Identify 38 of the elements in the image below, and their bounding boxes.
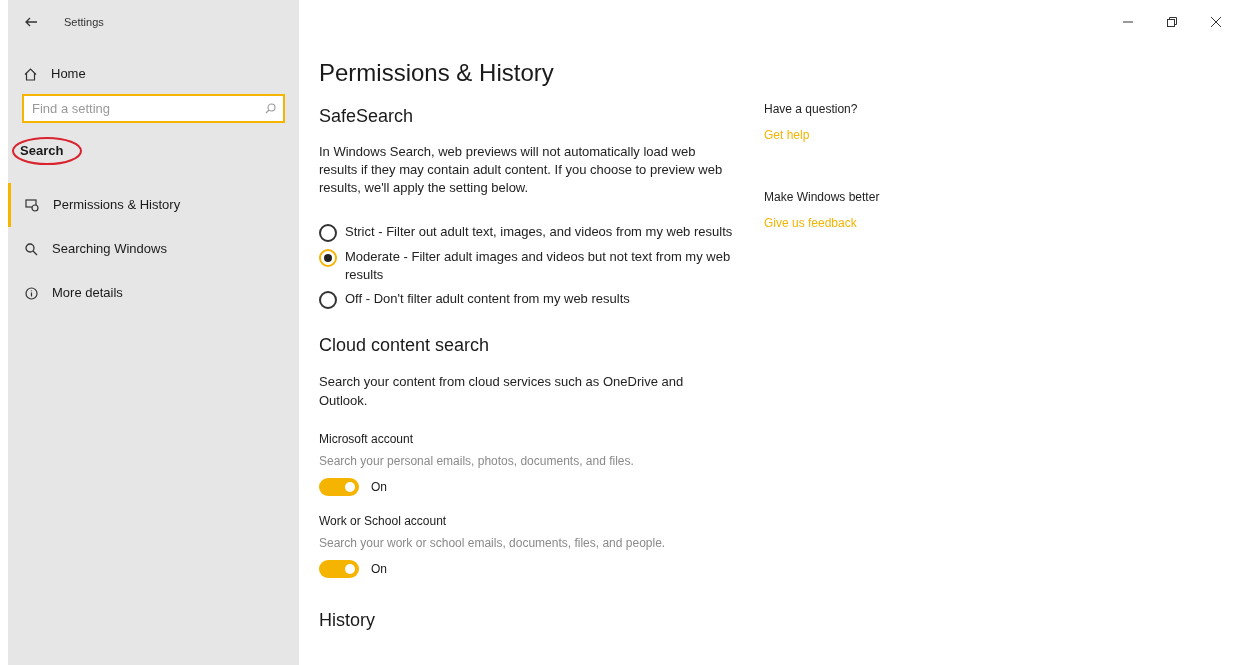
setting-description: Search your personal emails, photos, documents, and files.	[319, 453, 635, 470]
radio-button[interactable]	[319, 291, 337, 309]
section-heading: Cloud content search	[319, 334, 491, 357]
radio-button[interactable]	[319, 249, 337, 267]
aside-heading: Make Windows better	[764, 189, 881, 206]
minimize-icon	[1123, 21, 1133, 23]
search-icon	[25, 242, 38, 256]
toggle-state: On	[371, 561, 387, 578]
setting-title: Microsoft account	[319, 431, 415, 448]
toggle-state: On	[371, 479, 387, 496]
section-heading: SafeSearch	[319, 105, 415, 128]
radio-label: Off - Don't filter adult content from my web results	[345, 290, 631, 308]
setting-description: Search your work or school emails, documents, files, and people.	[319, 535, 667, 552]
nav-item[interactable]: Searching Windows	[8, 227, 299, 271]
section-heading: Search	[20, 142, 64, 161]
page-title: Permissions & History	[319, 58, 555, 88]
back-arrow-icon	[25, 17, 37, 27]
aside-heading: Have a question?	[764, 101, 859, 118]
window-title: Settings	[64, 14, 104, 30]
toggle-switch[interactable]	[319, 478, 359, 496]
search-field[interactable]: Find a setting	[22, 94, 285, 123]
info-icon	[25, 286, 38, 300]
setting-title: Work or School account	[319, 513, 448, 530]
description-text: In Windows Search, web previews will not automatically load web results if they may contain adult content. If you choose to preview web results, we'll apply the setting below.	[319, 143, 724, 197]
description-text: Search your content from cloud services such as OneDrive and Outlook.	[319, 373, 685, 410]
nav-item[interactable]: Permissions & History	[8, 183, 299, 227]
radio-label: Moderate - Filter adult images and videos but not text from my web results	[345, 248, 732, 284]
section-heading: History	[319, 609, 376, 632]
radio-button[interactable]	[319, 224, 337, 242]
toggle-switch[interactable]	[319, 560, 359, 578]
search-icon	[265, 103, 276, 114]
back-button[interactable]	[24, 15, 38, 29]
home-icon	[24, 67, 37, 81]
close-icon	[1211, 17, 1221, 27]
radio-label: Strict - Filter out adult text, images, and videos from my web results	[345, 223, 734, 241]
home-link[interactable]: Home	[8, 64, 299, 84]
nav-item[interactable]: More details	[8, 271, 299, 315]
restore-icon	[1167, 17, 1177, 27]
